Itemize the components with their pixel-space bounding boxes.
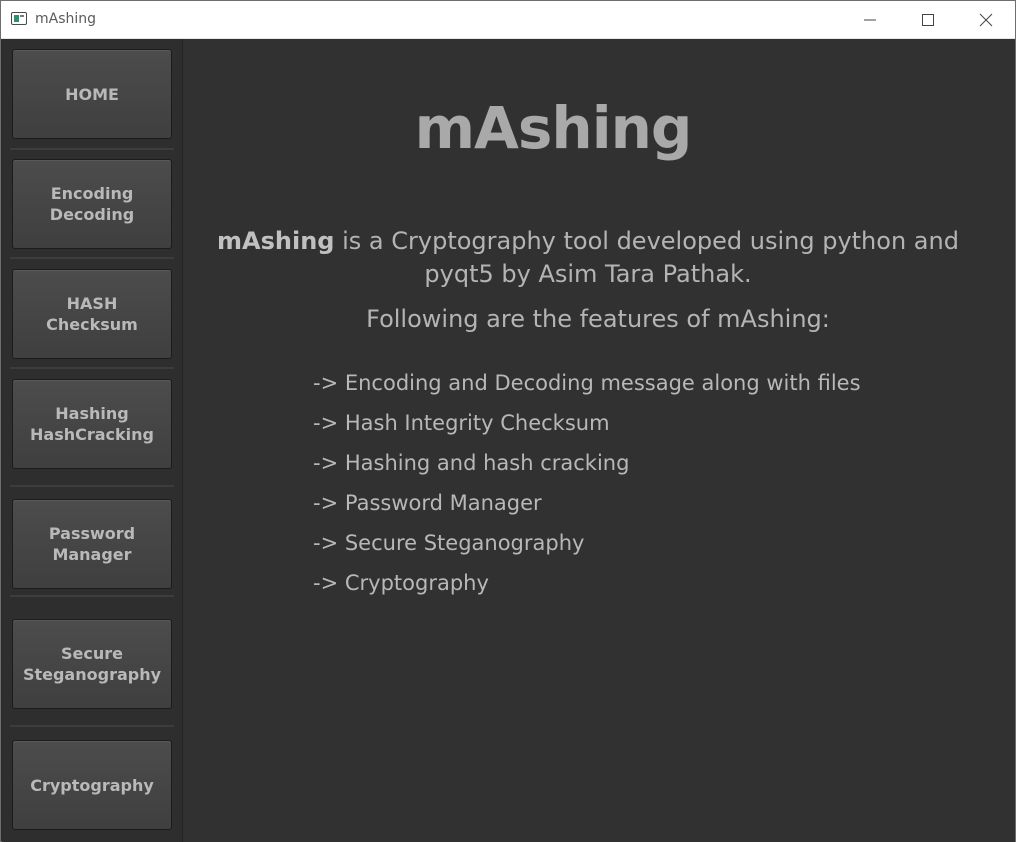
home-content: mAshing mAshing is a Cryptography tool d… (183, 39, 1015, 842)
window-title: mAshing (35, 11, 97, 27)
sidebar-separator (10, 485, 174, 487)
app-window-icon (11, 12, 27, 25)
feature-item: -> Hashing and hash cracking (313, 451, 630, 475)
intro-text: mAshing is a Cryptography tool developed… (203, 225, 973, 291)
title-bar[interactable]: mAshing (1, 1, 1015, 39)
cryptography-button[interactable]: Cryptography (12, 740, 172, 830)
feature-item: -> Password Manager (313, 491, 542, 515)
feature-item: -> Hash Integrity Checksum (313, 411, 610, 435)
hashing-hashcracking-button[interactable]: Hashing HashCracking (12, 379, 172, 469)
app-window: mAshing HOME Encoding Decoding HASH Chec… (0, 0, 1016, 842)
feature-item: -> Encoding and Decoding message along w… (313, 371, 861, 395)
sidebar-separator (10, 725, 174, 727)
sidebar: HOME Encoding Decoding HASH Checksum Has… (2, 39, 183, 842)
maximize-button[interactable] (899, 1, 957, 38)
minimize-button[interactable] (841, 1, 899, 38)
intro-line-1: is a Cryptography tool developed using p… (334, 227, 959, 255)
secure-steganography-button[interactable]: Secure Steganography (12, 619, 172, 709)
maximize-icon (922, 14, 934, 26)
password-manager-button[interactable]: Password Manager (12, 499, 172, 589)
features-list: -> Encoding and Decoding message along w… (313, 371, 861, 611)
feature-item: -> Cryptography (313, 571, 489, 595)
intro-app-name: mAshing (217, 227, 335, 255)
features-title: Following are the features of mAshing: (366, 305, 830, 333)
home-button[interactable]: HOME (12, 49, 172, 139)
intro-line-2: pyqt5 by Asim Tara Pathak. (424, 260, 752, 288)
close-button[interactable] (957, 1, 1015, 38)
minimize-icon (864, 19, 876, 21)
page-title: mAshing (414, 94, 693, 162)
feature-item: -> Secure Steganography (313, 531, 585, 555)
encoding-decoding-button[interactable]: Encoding Decoding (12, 159, 172, 249)
hash-checksum-button[interactable]: HASH Checksum (12, 269, 172, 359)
close-icon (979, 13, 993, 27)
sidebar-separator (10, 257, 174, 259)
sidebar-separator (10, 367, 174, 369)
sidebar-separator (10, 148, 174, 150)
sidebar-separator (10, 595, 174, 597)
